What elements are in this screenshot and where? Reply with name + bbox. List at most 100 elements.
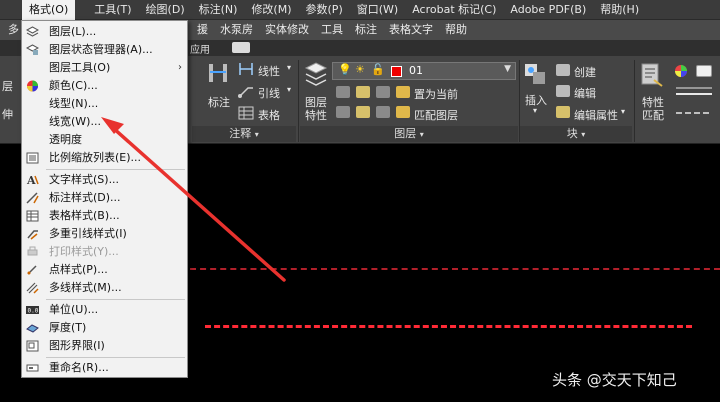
- menu-item-label: 多重引线样式(I): [49, 227, 127, 240]
- menu-item-label: 点样式(P)...: [49, 263, 108, 276]
- menu-item-scale-list[interactable]: 比例缩放列表(E)...: [22, 149, 187, 167]
- tab-pump-room[interactable]: 水泵房: [214, 20, 259, 40]
- menu-window[interactable]: 窗口(W): [350, 0, 405, 20]
- edit-attributes-dropdown-icon[interactable]: ▾: [621, 107, 625, 116]
- panel-separator: [298, 60, 299, 142]
- panel-toggle-button[interactable]: [232, 42, 250, 53]
- tab-tools[interactable]: 工具: [315, 20, 349, 40]
- properties-label-2[interactable]: 匹配: [642, 107, 664, 123]
- layers-icon: [26, 26, 39, 37]
- edit-attributes-button[interactable]: 编辑属性: [574, 107, 618, 123]
- edit-block-icon[interactable]: [556, 85, 570, 97]
- table-button[interactable]: 表格: [258, 107, 280, 123]
- dim-style-icon: [26, 192, 39, 204]
- annotate-button[interactable]: 标注: [208, 94, 230, 110]
- linear-button[interactable]: 线性: [258, 63, 280, 79]
- layer-tool-icon[interactable]: [356, 86, 370, 98]
- menu-item-drawing-limits[interactable]: 图形界限(I): [22, 337, 187, 355]
- layer-select[interactable]: 💡 ☀ 🔓 01 ▼: [332, 62, 516, 80]
- menu-help[interactable]: 帮助(H): [593, 0, 646, 20]
- tab-table-text[interactable]: 表格文字: [383, 20, 439, 40]
- menu-item-dim-style[interactable]: 标注样式(D)...: [22, 189, 187, 207]
- menu-item-layer[interactable]: 图层(L)...: [22, 23, 187, 41]
- limits-icon: [26, 340, 39, 352]
- edit-attributes-icon[interactable]: [556, 106, 570, 118]
- match-properties-icon[interactable]: [640, 62, 664, 88]
- menu-tools[interactable]: 工具(T): [87, 0, 138, 20]
- create-button[interactable]: 创建: [574, 64, 596, 80]
- lock-icon: 🔓: [371, 63, 385, 76]
- match-layer-button[interactable]: 匹配图层: [414, 107, 458, 123]
- menu-item-thickness[interactable]: 厚度(T): [22, 319, 187, 337]
- layer-panel-title[interactable]: 图层 ▾: [300, 126, 518, 142]
- create-block-icon[interactable]: [556, 64, 570, 76]
- layer-tool-icon[interactable]: [336, 86, 350, 98]
- menu-item-color[interactable]: 颜色(C)...: [22, 77, 187, 95]
- dimension-icon[interactable]: [207, 60, 231, 88]
- layer-tool-icon[interactable]: [356, 106, 370, 118]
- menu-item-label: 线型(N)...: [49, 97, 99, 110]
- menu-item-transparency[interactable]: 透明度: [22, 131, 187, 149]
- menu-item-layer-tools[interactable]: 图层工具(O) ›: [22, 59, 187, 77]
- leader-icon[interactable]: [238, 84, 254, 98]
- text-style-icon: A: [26, 174, 39, 186]
- dash-dot-line-thin[interactable]: [190, 268, 720, 270]
- menu-item-lineweight[interactable]: 线宽(W)...: [22, 113, 187, 131]
- menu-item-rename[interactable]: 重命名(R)...: [22, 359, 187, 377]
- layer-properties-label-2[interactable]: 特性: [305, 107, 327, 123]
- menu-item-plot-style: 打印样式(Y)...: [22, 243, 187, 261]
- menu-item-point-style[interactable]: 点样式(P)...: [22, 261, 187, 279]
- tab-help[interactable]: 帮助: [439, 20, 473, 40]
- layer-tool-icon[interactable]: [336, 106, 350, 118]
- color-wheel-icon[interactable]: [674, 64, 688, 78]
- menu-item-label: 比例缩放列表(E)...: [49, 151, 142, 164]
- menu-item-linetype[interactable]: 线型(N)...: [22, 95, 187, 113]
- annotation-panel-title[interactable]: 注释 ▾: [192, 126, 296, 142]
- match-layer-icon[interactable]: [396, 106, 410, 118]
- menu-item-layer-state-manager[interactable]: 图层状态管理器(A)...: [22, 41, 187, 59]
- tab-dimension[interactable]: 标注: [349, 20, 383, 40]
- menu-item-label: 图层(L)...: [49, 25, 97, 38]
- lineweight-icon[interactable]: [674, 84, 714, 98]
- dash-dot-line-thick[interactable]: [205, 325, 692, 328]
- block-panel-title[interactable]: 块 ▾: [520, 126, 632, 142]
- menu-acrobat[interactable]: Acrobat 标记(C): [405, 0, 503, 20]
- sun-icon: ☀: [355, 63, 365, 76]
- linear-dim-icon[interactable]: [238, 62, 254, 76]
- menu-item-table-style[interactable]: 表格样式(B)...: [22, 207, 187, 225]
- menu-dimension[interactable]: 标注(N): [192, 0, 245, 20]
- layer-tool-icon[interactable]: [376, 106, 390, 118]
- menu-parameter[interactable]: 参数(P): [299, 0, 350, 20]
- menu-modify[interactable]: 修改(M): [244, 0, 298, 20]
- menu-item-units[interactable]: 0.0 单位(U)...: [22, 301, 187, 319]
- layer-value: 01: [409, 64, 423, 77]
- menu-item-text-style[interactable]: A 文字样式(S)...: [22, 171, 187, 189]
- annotation-panel-label: 注释: [229, 127, 252, 140]
- menu-format[interactable]: 格式(O): [22, 0, 76, 20]
- set-current-button[interactable]: 置为当前: [414, 86, 458, 102]
- linear-dropdown-icon[interactable]: ▾: [287, 63, 291, 72]
- layer-properties-icon[interactable]: [304, 60, 328, 88]
- menu-separator: [46, 299, 185, 300]
- menu-draw[interactable]: 绘图(D): [139, 0, 192, 20]
- point-style-icon: [27, 265, 37, 275]
- layer-tool-icon[interactable]: [376, 86, 390, 98]
- panel-expand-icon: ▾: [581, 130, 586, 139]
- tab-aid[interactable]: 援: [191, 20, 214, 40]
- set-current-icon[interactable]: [396, 86, 410, 98]
- insert-block-icon[interactable]: [523, 62, 549, 86]
- linetype-icon[interactable]: [674, 106, 714, 120]
- table-icon[interactable]: [238, 106, 254, 120]
- panel-expand-icon: ▾: [419, 130, 424, 139]
- left-label-extend: 伸: [2, 108, 13, 121]
- subtab-apply[interactable]: 应用: [190, 41, 210, 56]
- bylayer-color-swatch[interactable]: [696, 65, 712, 77]
- leader-dropdown-icon[interactable]: ▾: [287, 85, 291, 94]
- tab-solid-modify[interactable]: 实体修改: [259, 20, 315, 40]
- menu-item-mleader-style[interactable]: 多重引线样式(I): [22, 225, 187, 243]
- menu-item-label: 图形界限(I): [49, 339, 105, 352]
- menu-item-mline-style[interactable]: 多线样式(M)...: [22, 279, 187, 297]
- leader-button[interactable]: 引线: [258, 85, 280, 101]
- edit-button[interactable]: 编辑: [574, 85, 596, 101]
- menu-adobe-pdf[interactable]: Adobe PDF(B): [503, 0, 593, 20]
